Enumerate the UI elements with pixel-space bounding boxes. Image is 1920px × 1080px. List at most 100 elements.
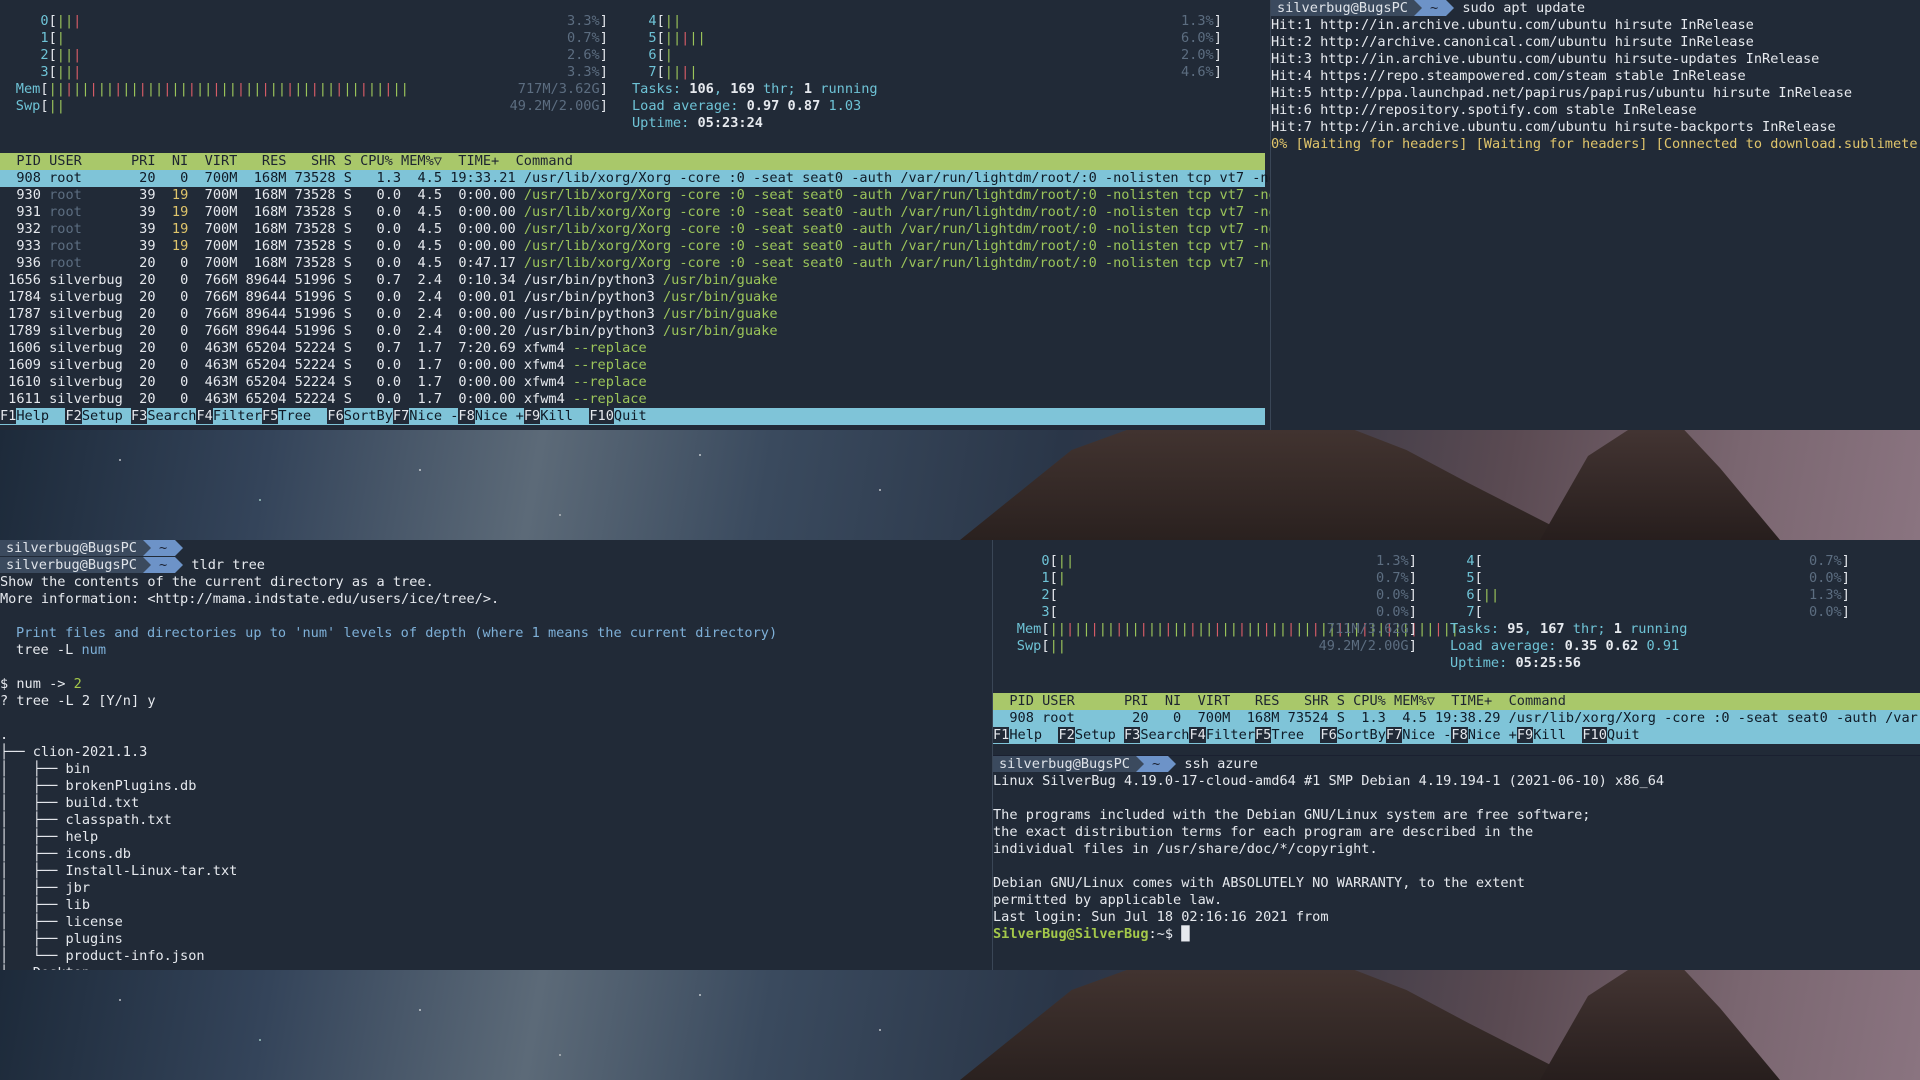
cell-state: S	[343, 221, 369, 237]
cell-pid: 1789	[0, 323, 50, 339]
htop-column-header[interactable]: PID USER PRI NI VIRT RES SHR S CPU% MEM%…	[993, 693, 1920, 710]
fkey-f3[interactable]: F3	[1123, 727, 1141, 743]
fkey-f10[interactable]: F10	[589, 408, 614, 424]
meter-bar: |	[326, 81, 336, 97]
cell-shr: 51996	[294, 323, 344, 339]
tasks-summary: Tasks: 95, 167 thr; 1 running	[1450, 621, 1687, 638]
htop-process-row[interactable]: 936 root 20 0 700M 168M 73528 S 0.0 4.5 …	[0, 255, 1270, 272]
fkey-f8[interactable]: F8	[458, 408, 475, 424]
fkey-label[interactable]: Nice -	[409, 408, 458, 424]
htop-process-row[interactable]: 932 root 39 19 700M 168M 73528 S 0.0 4.5…	[0, 221, 1270, 238]
meter-bar: |	[228, 81, 237, 97]
fkey-f5[interactable]: F5	[261, 408, 279, 424]
command-args: --replace	[564, 340, 647, 356]
htop-process-row[interactable]: 1656 silverbug 20 0 766M 89644 51996 S 0…	[0, 272, 1265, 289]
label: Load average:	[1450, 638, 1565, 654]
cell-res: 65204	[245, 374, 295, 390]
fkey-label[interactable]: SortBy	[344, 408, 393, 424]
fkey-f4[interactable]: F4	[1189, 727, 1206, 743]
htop-process-row[interactable]: 1784 silverbug 20 0 766M 89644 51996 S 0…	[0, 289, 1265, 306]
htop-process-row[interactable]: 1611 silverbug 20 0 463M 65204 52224 S 0…	[0, 391, 1265, 408]
fkey-f2[interactable]: F2	[1058, 727, 1075, 743]
fkey-label[interactable]: Help	[16, 408, 65, 424]
fkey-label[interactable]: Filter	[213, 408, 262, 424]
fkey-f7[interactable]: F7	[1385, 727, 1403, 743]
sep	[1597, 638, 1605, 654]
meter-bar: |	[1229, 621, 1238, 637]
fkey-f9[interactable]: F9	[1516, 727, 1534, 743]
fkey-label[interactable]: Kill	[1533, 727, 1582, 743]
meter-bracket: ]	[1408, 570, 1417, 586]
fkey-label[interactable]: Setup	[1075, 727, 1124, 743]
htop-process-row[interactable]: 908 root 20 0 700M 168M 73528 S 1.3 4.5 …	[0, 170, 1270, 187]
fkey-label[interactable]: Help	[1009, 727, 1058, 743]
htop-process-row[interactable]: 930 root 39 19 700M 168M 73528 S 0.0 4.5…	[0, 187, 1270, 204]
uptime-value: 05:23:24	[697, 115, 763, 131]
htop-process-row[interactable]: 1789 silverbug 20 0 766M 89644 51996 S 0…	[0, 323, 1265, 340]
cell-state: S	[343, 391, 369, 407]
htop-fkey-bar[interactable]: F1Help F2Setup F3SearchF4FilterF5Tree F6…	[993, 727, 1920, 744]
cell-command: xfwm4 --replace	[524, 340, 647, 356]
fkey-label[interactable]: Tree	[1271, 727, 1320, 743]
htop-process-row[interactable]: 1606 silverbug 20 0 463M 65204 52224 S 0…	[0, 340, 1265, 357]
htop-pane-top[interactable]: 0[||| 3.3%] 1[| 0.7%] 2[||| 2.6%] 3[||| 3.3%…	[0, 0, 1270, 430]
fkey-label[interactable]: Nice +	[1468, 727, 1517, 743]
cell-priority: 20	[130, 306, 164, 322]
meter-bar: |	[1156, 621, 1165, 637]
cell-user: root	[49, 170, 131, 186]
cell-virt: 700M	[196, 255, 246, 271]
fkey-f5[interactable]: F5	[1254, 727, 1272, 743]
cell-nice: 0	[163, 255, 197, 271]
fkey-f6[interactable]: F6	[327, 408, 344, 424]
fkey-label[interactable]: Filter	[1206, 727, 1255, 743]
htop-process-row[interactable]: 908 root 20 0 700M 168M 73524 S 1.3 4.5 …	[993, 710, 1920, 727]
fkey-label[interactable]: Search	[1140, 727, 1189, 743]
fkey-label[interactable]: Tree	[278, 408, 327, 424]
fkey-f3[interactable]: F3	[130, 408, 148, 424]
cell-priority: 20	[130, 391, 164, 407]
meter-value: 711M/3.62G	[1326, 621, 1409, 637]
fkey-label[interactable]: SortBy	[1337, 727, 1386, 743]
tldr-pane[interactable]: silverbug@BugsPC ~ silverbug@BugsPC ~ tldr…	[0, 540, 992, 970]
meter-bar: |	[138, 81, 147, 97]
fkey-f2[interactable]: F2	[65, 408, 82, 424]
command-name: /usr/bin/python3	[523, 323, 663, 339]
htop-pane-bottom[interactable]: 0[|| 1.3%] 1[| 0.7%] 2[0.0%] 3[0.0%] 4[0.7…	[993, 540, 1920, 755]
fkey-f4[interactable]: F4	[196, 408, 213, 424]
fkey-f9[interactable]: F9	[523, 408, 541, 424]
meter-bars: ||||||||||||||||||||||||||||||||||||||||…	[49, 81, 409, 98]
fkey-f10[interactable]: F10	[1582, 727, 1607, 743]
htop-process-row[interactable]: 1787 silverbug 20 0 766M 89644 51996 S 0…	[0, 306, 1265, 323]
fkey-label[interactable]: Quit	[1607, 727, 1656, 743]
fkey-label[interactable]: Kill	[540, 408, 589, 424]
meter-bar: |	[664, 30, 673, 46]
htop-column-header[interactable]: PID USER PRI NI VIRT RES SHR S CPU% MEM%…	[0, 153, 1265, 170]
htop-process-row[interactable]: 933 root 39 19 700M 168M 73528 S 0.0 4.5…	[0, 238, 1270, 255]
fkey-label[interactable]: Search	[147, 408, 196, 424]
fkey-label[interactable]: Setup	[82, 408, 131, 424]
cell-mem: 4.5	[409, 221, 451, 237]
ssh-pane[interactable]: silverbug@BugsPC ~ ssh azure Linux Silver…	[993, 756, 1920, 970]
cell-cpu: 0.0	[368, 357, 410, 373]
htop-process-row[interactable]: 1609 silverbug 20 0 463M 65204 52224 S 0…	[0, 357, 1265, 374]
fkey-label[interactable]: Nice -	[1402, 727, 1451, 743]
fkey-f1[interactable]: F1	[0, 408, 17, 424]
cell-cpu: 0.0	[368, 289, 410, 305]
htop-process-row[interactable]: 931 root 39 19 700M 168M 73528 S 0.0 4.5…	[0, 204, 1270, 221]
ssh-line: individual files in /usr/share/doc/*/cop…	[993, 841, 1378, 857]
fkey-f1[interactable]: F1	[993, 727, 1010, 743]
fkey-f6[interactable]: F6	[1320, 727, 1337, 743]
cell-state: S	[343, 289, 369, 305]
fkey-f7[interactable]: F7	[392, 408, 410, 424]
remote-prompt[interactable]: SilverBug@SilverBug:~$ █	[993, 926, 1189, 943]
cell-virt: 463M	[196, 374, 246, 390]
cell-command: /usr/bin/python3 /usr/bin/guake	[524, 289, 778, 305]
fkey-label[interactable]: Quit	[614, 408, 663, 424]
fkey-label[interactable]: Nice +	[475, 408, 524, 424]
htop-process-row[interactable]: 1610 silverbug 20 0 463M 65204 52224 S 0…	[0, 374, 1265, 391]
apt-update-pane[interactable]: silverbug@BugsPC ~ sudo apt update Hit:1 …	[1271, 0, 1920, 430]
sep	[779, 98, 787, 114]
htop-fkey-bar[interactable]: F1Help F2Setup F3SearchF4FilterF5Tree F6…	[0, 408, 1265, 425]
fkey-f8[interactable]: F8	[1451, 727, 1468, 743]
load-average: Load average: 0.97 0.87 1.03	[632, 98, 861, 115]
